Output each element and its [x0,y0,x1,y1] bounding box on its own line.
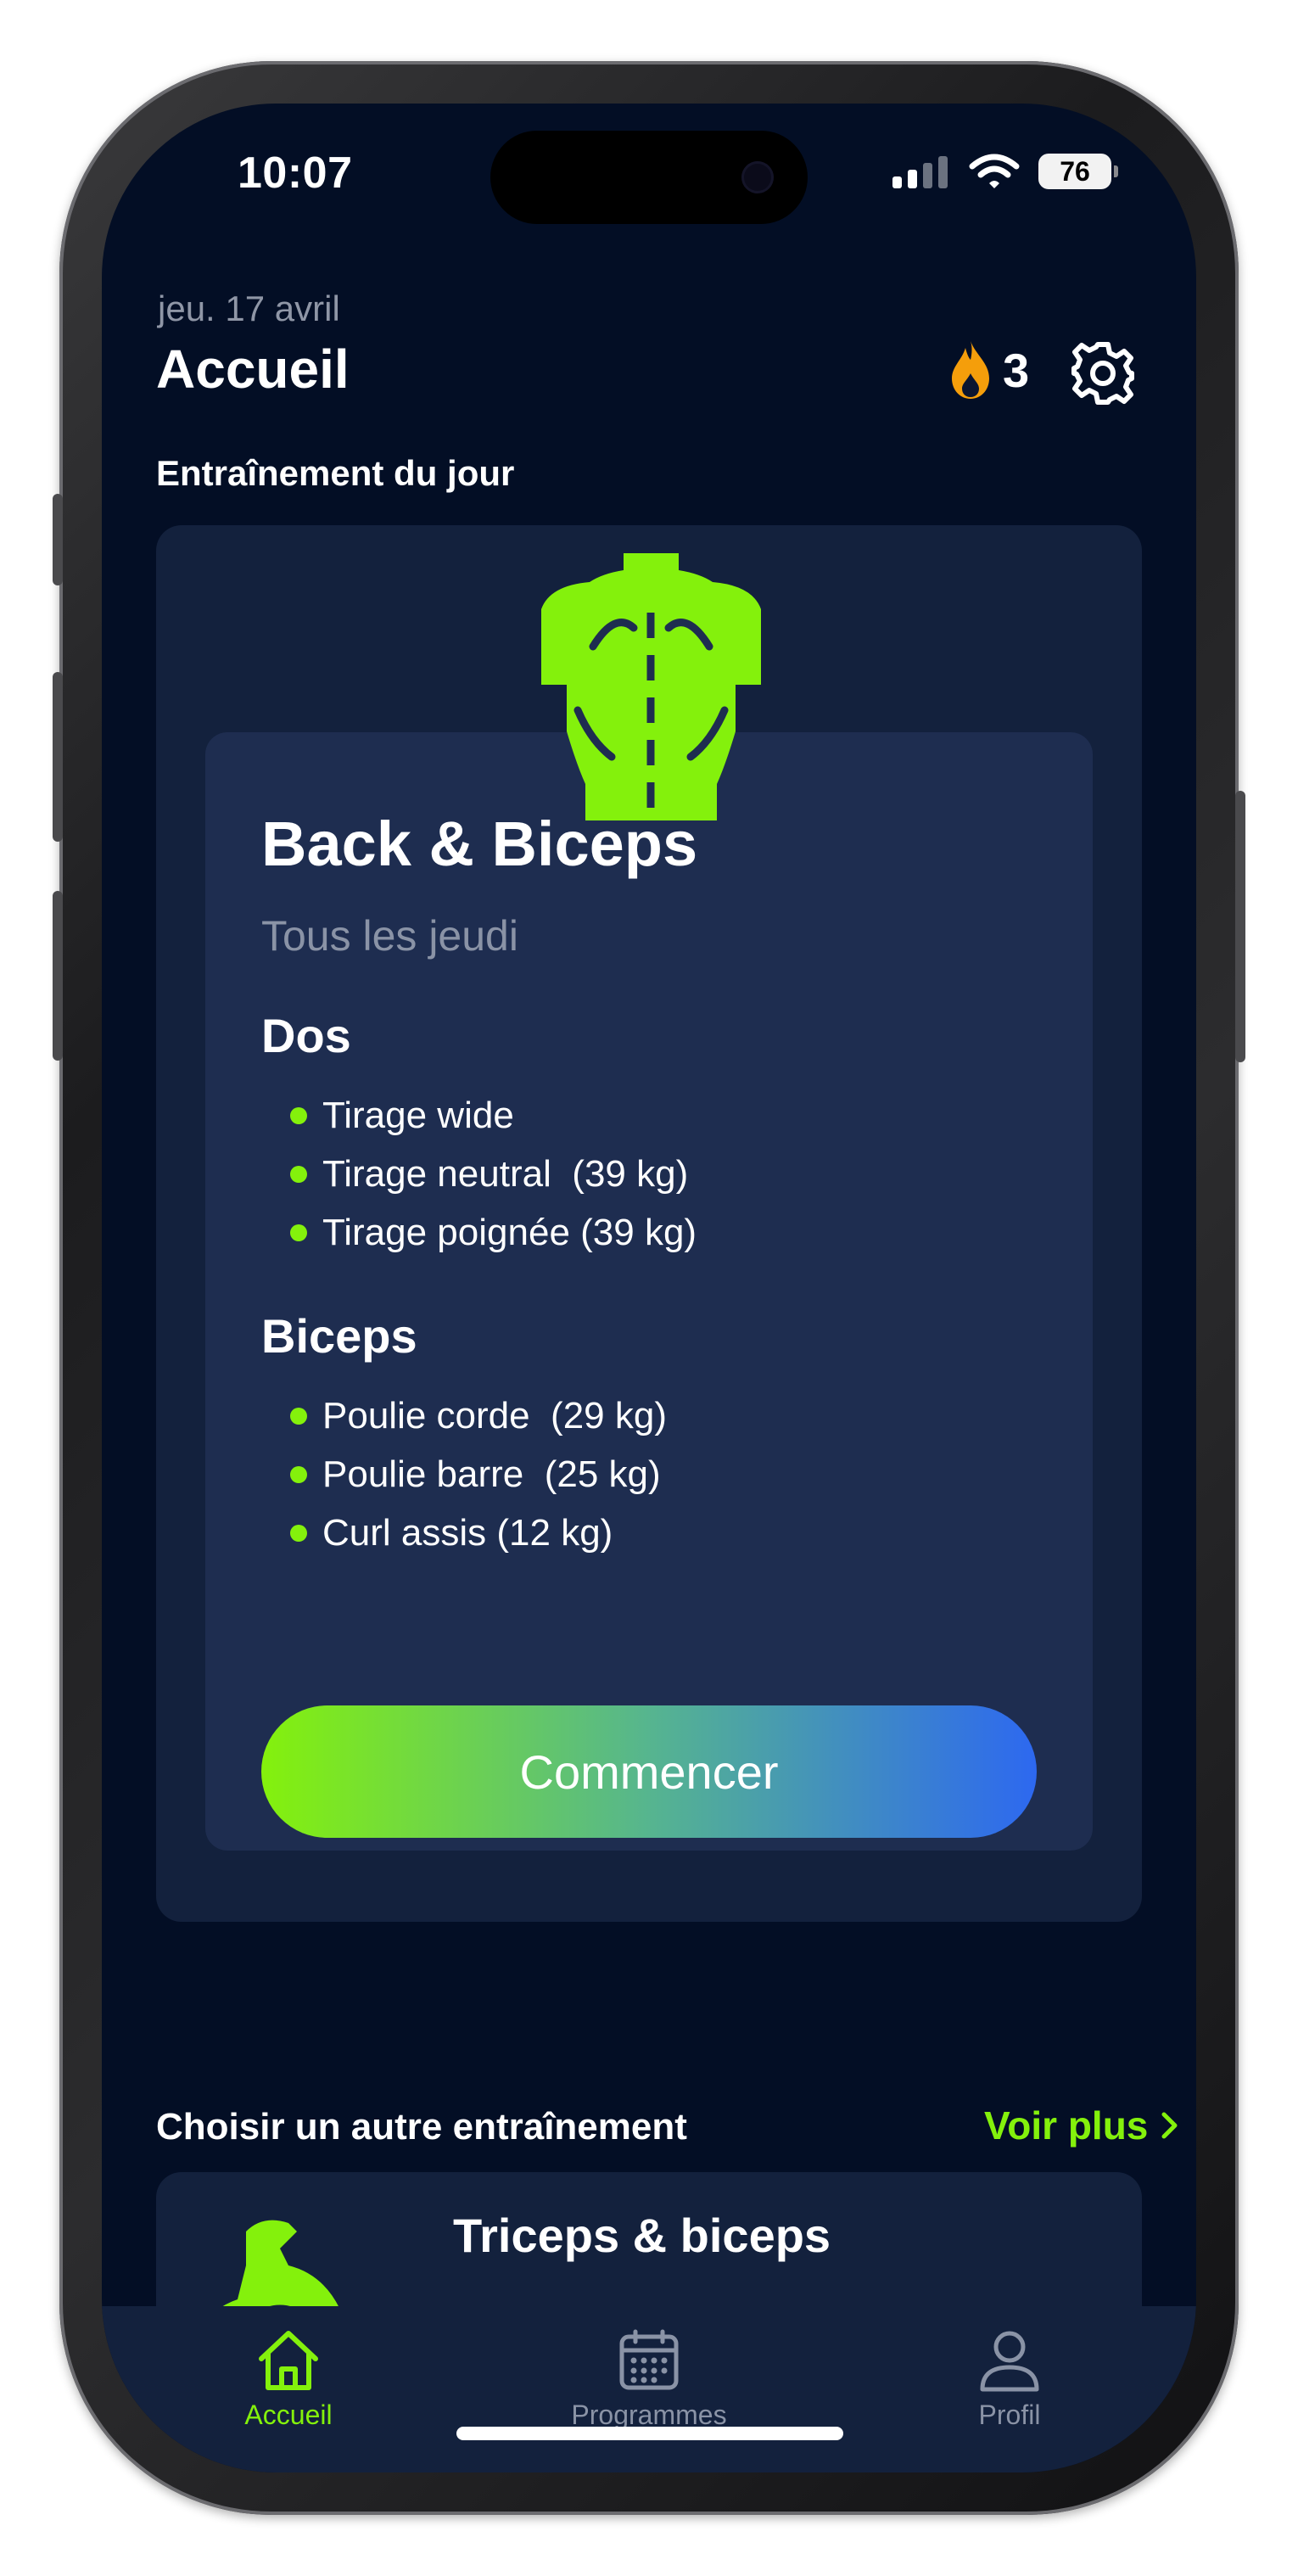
status-indicators: 76 [892,153,1118,190]
bullet-dot [290,1166,307,1183]
see-more-link[interactable]: Voir plus [984,2103,1180,2148]
tab-programmes[interactable]: Programmes [547,2327,751,2431]
muscle-group-title-biceps: Biceps [261,1309,417,1363]
start-workout-button[interactable]: Commencer [261,1705,1037,1838]
wifi-icon [969,154,1020,188]
cellular-signal-icon [892,156,948,188]
streak-count: 3 [1003,343,1030,397]
exercise-item: Tirage wide [290,1086,697,1145]
workout-schedule: Tous les jeudi [261,912,518,960]
volume-down-button [53,891,63,1061]
exercise-label: Curl assis (12 kg) [322,1512,613,1554]
exercise-list-dos: Tirage wide Tirage neutral (39 kg) Tirag… [290,1086,697,1262]
exercise-label: Tirage neutral (39 kg) [322,1153,689,1195]
app-screen: 10:07 76 jeu. 17 avril Accueil 3 Entraîn… [102,104,1196,2472]
action-button [53,494,63,585]
settings-button[interactable] [1069,339,1137,407]
bullet-dot [290,1107,307,1124]
exercise-item: Tirage poignée (39 kg) [290,1203,697,1262]
other-workouts-title: Choisir un autre entraînement [156,2106,687,2148]
gear-icon [1071,342,1134,405]
exercise-label: Poulie corde (29 kg) [322,1395,667,1436]
chevron-right-icon [1161,2112,1178,2139]
back-muscles-icon [541,553,761,820]
calendar-icon [619,2329,679,2390]
bullet-dot [290,1466,307,1483]
house-icon [259,2331,318,2390]
muscle-group-title-dos: Dos [261,1009,351,1062]
home-indicator[interactable] [456,2427,843,2440]
page-title: Accueil [156,339,350,400]
exercise-label: Tirage wide [322,1095,514,1136]
exercise-list-biceps: Poulie corde (29 kg) Poulie barre (25 kg… [290,1386,667,1562]
status-time: 10:07 [238,148,353,198]
exercise-item: Curl assis (12 kg) [290,1504,667,1562]
power-button [1235,791,1245,1062]
tab-profil[interactable]: Profil [908,2327,1111,2431]
tab-accueil[interactable]: Accueil [187,2327,390,2431]
tab-label: Accueil [244,2400,333,2430]
see-more-label: Voir plus [984,2103,1149,2148]
exercise-label: Tirage poignée (39 kg) [322,1212,697,1253]
current-date: jeu. 17 avril [158,288,340,328]
exercise-label: Poulie barre (25 kg) [322,1453,661,1495]
next-workout-title: Triceps & biceps [453,2209,831,2262]
streak-counter[interactable]: 3 [950,339,1029,400]
exercise-item: Tirage neutral (39 kg) [290,1145,697,1203]
bullet-dot [290,1525,307,1542]
flame-icon [952,341,989,399]
tab-label: Profil [978,2400,1041,2430]
battery-indicator: 76 [1038,154,1118,189]
workout-title: Back & Biceps [261,809,698,879]
person-icon [980,2331,1039,2392]
bullet-dot [290,1224,307,1241]
dynamic-island [490,131,808,224]
bullet-dot [290,1408,307,1425]
volume-up-button [53,672,63,842]
phone-frame: 10:07 76 jeu. 17 avril Accueil 3 Entraîn… [53,61,1245,2515]
exercise-item: Poulie corde (29 kg) [290,1386,667,1445]
today-section-title: Entraînement du jour [156,453,515,493]
front-camera [741,161,774,193]
exercise-item: Poulie barre (25 kg) [290,1445,667,1504]
tab-bar: Accueil Programmes Profil [102,2306,1196,2472]
workout-details-panel [205,732,1093,1851]
